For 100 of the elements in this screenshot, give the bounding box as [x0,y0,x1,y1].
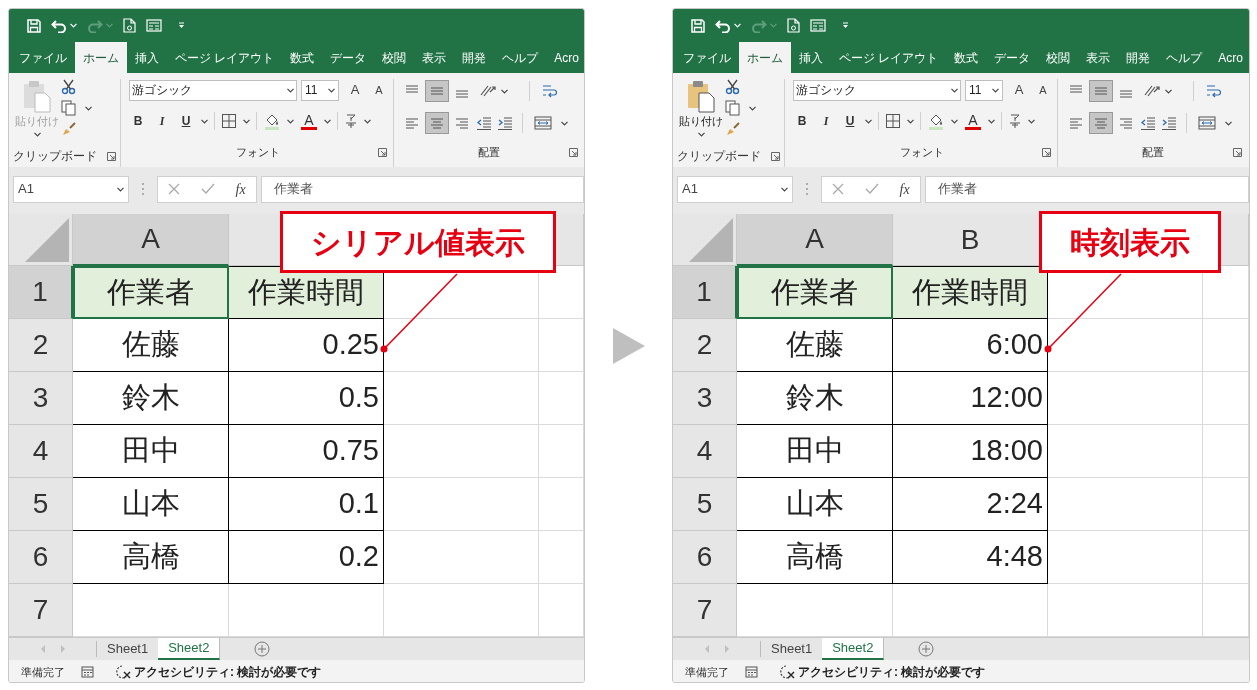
row-header[interactable]: 5 [9,478,73,531]
row-header[interactable]: 6 [9,531,73,584]
ribbon-tab[interactable]: ページ レイアウト [167,42,283,73]
caret-icon[interactable] [951,118,958,124]
print-preview-icon[interactable] [787,18,800,33]
caret-icon[interactable] [907,118,914,124]
ribbon-tab[interactable]: 表示 [414,42,455,73]
shrink-font-button[interactable]: A [369,81,389,99]
row-header[interactable]: 3 [673,372,737,425]
column-header[interactable]: A [73,214,229,266]
italic-button[interactable]: I [153,112,171,130]
grip-icon[interactable] [805,182,809,196]
paste-button[interactable]: 貼り付け [681,79,721,147]
caret-icon[interactable] [324,118,331,124]
accessibility-status[interactable]: アクセシビリティ: 検討が必要です [134,663,322,681]
wrap-text-icon[interactable] [541,83,557,99]
decrease-indent-icon[interactable] [476,115,492,131]
ribbon-tab[interactable]: ヘルプ [494,42,547,73]
ribbon-tab[interactable]: データ [322,42,375,73]
accessibility-status[interactable]: アクセシビリティ: 検討が必要です [798,663,986,681]
fill-color-icon[interactable] [927,112,945,130]
check-icon[interactable] [200,183,215,195]
form-icon[interactable] [810,19,826,32]
format-painter-icon[interactable] [61,121,77,137]
sheet-tab[interactable]: Sheet1 [97,638,159,660]
caret-icon[interactable] [85,105,92,111]
dialog-launcher-icon[interactable] [1042,147,1051,157]
font-name-dropdown[interactable]: 游ゴシック [793,79,961,101]
merge-center-icon[interactable] [1198,115,1216,131]
phonetic-guide-icon[interactable] [1008,113,1022,129]
ribbon-tab[interactable]: Acro [546,42,584,73]
ribbon-tab[interactable]: 開発 [1118,42,1159,73]
row-header[interactable]: 4 [9,425,73,478]
ribbon-tab[interactable]: ページ レイアウト [831,42,947,73]
sheet-tab[interactable]: Sheet2 [158,638,221,660]
caret-icon[interactable] [561,120,568,126]
caret-icon[interactable] [992,87,999,93]
caret-icon[interactable] [1165,88,1172,94]
increase-indent-icon[interactable] [497,115,513,131]
dialog-launcher-icon[interactable] [1233,147,1242,157]
row-header[interactable]: 4 [673,425,737,478]
row-header[interactable]: 2 [9,319,73,372]
ribbon-tab[interactable]: ヘルプ [1158,42,1211,73]
shrink-font-button[interactable]: A [1033,81,1053,99]
caret-icon[interactable] [1028,118,1035,124]
ribbon-tab[interactable]: ホーム [75,42,127,73]
row-header[interactable]: 2 [673,319,737,372]
ribbon-tab[interactable]: 表示 [1078,42,1119,73]
font-color-button[interactable]: A [964,112,982,130]
customize-caret-icon[interactable] [178,22,185,29]
orientation-icon[interactable] [1143,83,1161,99]
dialog-launcher-icon[interactable] [771,151,780,161]
insert-function-button[interactable]: fx [899,178,910,200]
ribbon-tab[interactable]: 校閲 [374,42,415,73]
caret-icon[interactable] [749,105,756,111]
ribbon-tab[interactable]: 数式 [946,42,987,73]
scissors-icon[interactable] [725,79,741,95]
bold-button[interactable]: B [129,112,147,130]
ribbon-tab[interactable]: 校閲 [1038,42,1079,73]
macro-record-icon[interactable] [81,666,94,678]
form-icon[interactable] [146,19,162,32]
add-sheet-icon[interactable] [254,641,271,657]
ribbon-tab[interactable]: ホーム [739,42,791,73]
insert-function-button[interactable]: fx [235,178,246,200]
row-header[interactable]: 5 [673,478,737,531]
borders-icon[interactable] [885,113,901,129]
caret-icon[interactable] [865,118,872,124]
caret-icon[interactable] [243,118,250,124]
undo-icon[interactable] [51,18,67,33]
scissors-icon[interactable] [61,79,77,95]
add-sheet-icon[interactable] [918,641,935,657]
undo-icon[interactable] [715,18,731,33]
caret-icon[interactable] [501,88,508,94]
dialog-launcher-icon[interactable] [378,147,387,157]
row-header[interactable]: 1 [673,266,737,319]
underline-button[interactable]: U [841,112,859,130]
italic-button[interactable]: I [817,112,835,130]
caret-icon[interactable] [988,118,995,124]
caret-icon[interactable] [287,118,294,124]
save-icon[interactable] [691,18,705,33]
caret-icon[interactable] [287,87,294,93]
grow-font-button[interactable]: A [1009,80,1029,100]
bold-button[interactable]: B [793,112,811,130]
ribbon-tab[interactable]: 数式 [282,42,323,73]
name-box[interactable]: A1 [13,175,129,203]
print-preview-icon[interactable] [123,18,136,33]
ribbon-tab[interactable]: データ [986,42,1039,73]
caret-icon[interactable] [951,87,958,93]
grip-icon[interactable] [141,182,145,196]
orientation-icon[interactable] [479,83,497,99]
row-header[interactable]: 7 [673,584,737,637]
copy-icon[interactable] [725,100,741,116]
formula-field[interactable]: 作業者 [261,175,584,203]
merge-center-icon[interactable] [534,115,552,131]
row-header[interactable]: 3 [9,372,73,425]
caret-icon[interactable] [1225,120,1232,126]
row-header[interactable]: 6 [673,531,737,584]
save-icon[interactable] [27,18,41,33]
font-size-dropdown[interactable]: 11 [965,79,1003,101]
font-color-button[interactable]: A [300,112,318,130]
